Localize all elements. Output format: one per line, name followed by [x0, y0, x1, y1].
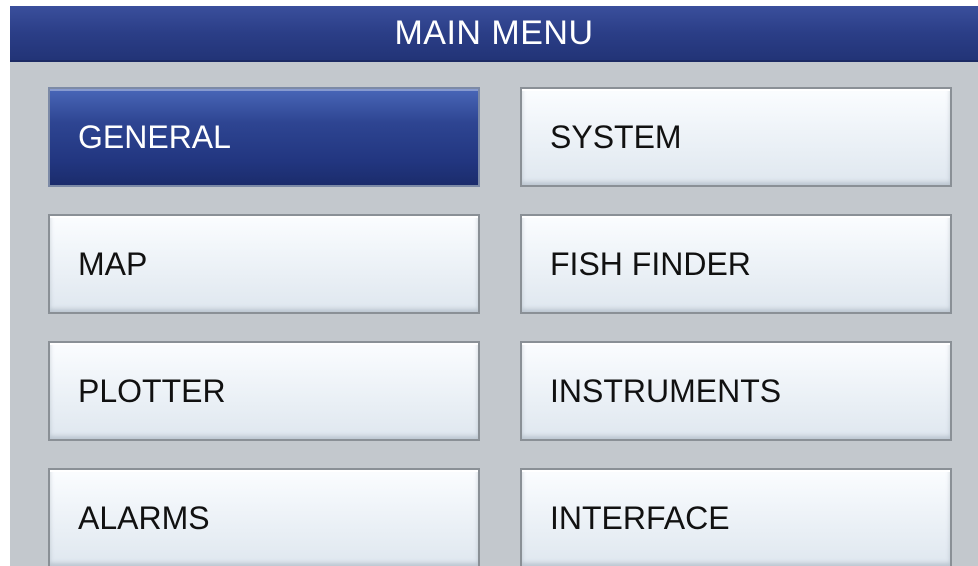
interface-button[interactable]: INTERFACE: [520, 468, 952, 566]
instruments-button-label: INSTRUMENTS: [550, 372, 782, 409]
main-menu-screen: MAIN MENU GENERAL SYSTEM MAP FISH FINDER…: [10, 6, 978, 566]
map-button[interactable]: MAP: [48, 214, 480, 314]
fish-finder-button-label: FISH FINDER: [550, 245, 751, 282]
instruments-button[interactable]: INSTRUMENTS: [520, 341, 952, 441]
map-button-label: MAP: [78, 245, 148, 282]
system-button[interactable]: SYSTEM: [520, 87, 952, 187]
title-bar: MAIN MENU: [10, 6, 978, 62]
plotter-button-label: PLOTTER: [78, 372, 226, 409]
general-button[interactable]: GENERAL: [48, 87, 480, 187]
menu-grid: GENERAL SYSTEM MAP FISH FINDER PLOTTER I…: [48, 87, 952, 566]
system-button-label: SYSTEM: [550, 118, 682, 155]
fish-finder-button[interactable]: FISH FINDER: [520, 214, 952, 314]
page-title: MAIN MENU: [394, 13, 594, 52]
interface-button-label: INTERFACE: [550, 499, 730, 536]
alarms-button[interactable]: ALARMS: [48, 468, 480, 566]
plotter-button[interactable]: PLOTTER: [48, 341, 480, 441]
alarms-button-label: ALARMS: [78, 499, 210, 536]
general-button-label: GENERAL: [78, 118, 231, 155]
